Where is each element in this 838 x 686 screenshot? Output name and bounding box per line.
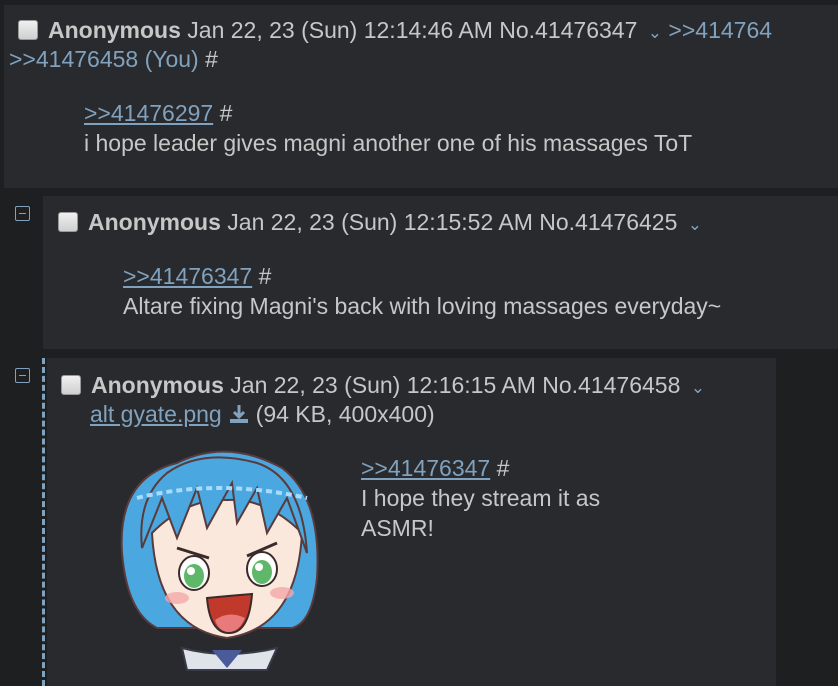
backlink-you[interactable]: >>41476458 (You) <box>9 46 199 72</box>
poster-name: Anonymous <box>88 209 221 235</box>
collapse-minus-box-icon[interactable] <box>15 206 30 221</box>
post-number[interactable]: No.41476347 <box>499 17 637 43</box>
post-number[interactable]: No.41476425 <box>539 209 677 235</box>
post-date: Jan 22, 23 (Sun) 12:16:15 AM <box>230 372 536 398</box>
post-text: i hope leader gives magni another one of… <box>84 130 693 156</box>
poster-name: Anonymous <box>91 372 224 398</box>
poster-name: Anonymous <box>48 17 181 43</box>
post-header: Anonymous Jan 22, 23 (Sun) 12:14:46 AM N… <box>18 16 772 47</box>
post-menu-chevron-icon[interactable]: ⌄ <box>648 23 662 42</box>
collapse-minus-box-icon[interactable] <box>15 368 30 383</box>
quote-hash[interactable]: # <box>220 100 233 126</box>
quote-hash[interactable]: # <box>259 263 272 289</box>
post-menu-chevron-icon[interactable]: ⌄ <box>688 215 702 234</box>
thread-depth-dashed-line <box>42 358 45 686</box>
post-message: >>41476347 # Altare fixing Magni's back … <box>123 261 721 321</box>
post-select-checkbox[interactable] <box>18 20 38 40</box>
post-select-checkbox[interactable] <box>61 375 81 395</box>
quote-link[interactable]: >>41476347 <box>123 263 252 289</box>
backlink-row: >>41476458 (You) # <box>9 45 218 73</box>
quote-link[interactable]: >>41476297 <box>84 100 213 126</box>
post-date: Jan 22, 23 (Sun) 12:14:46 AM <box>187 17 493 43</box>
post-date: Jan 22, 23 (Sun) 12:15:52 AM <box>227 209 533 235</box>
post-41476425: Anonymous Jan 22, 23 (Sun) 12:15:52 AM N… <box>43 196 838 349</box>
file-meta: (94 KB, 400x400) <box>255 401 435 427</box>
backlink-hash[interactable]: # <box>205 46 218 72</box>
quote-link[interactable]: >>41476347 <box>361 455 490 481</box>
post-menu-chevron-icon[interactable]: ⌄ <box>691 378 705 397</box>
file-thumbnail[interactable] <box>107 438 332 678</box>
file-info: alt gyate.png (94 KB, 400x400) <box>90 400 435 430</box>
post-text-line-2: ASMR! <box>361 515 434 541</box>
post-41476458: Anonymous Jan 22, 23 (Sun) 12:16:15 AM N… <box>47 358 776 686</box>
download-icon[interactable] <box>228 405 256 427</box>
post-number[interactable]: No.41476458 <box>542 372 680 398</box>
post-text: Altare fixing Magni's back with loving m… <box>123 293 722 319</box>
post-text-line-1: I hope they stream it as <box>361 485 601 511</box>
file-name-link[interactable]: alt gyate.png <box>90 401 222 427</box>
backlink[interactable]: >>414764 <box>668 17 772 43</box>
post-header: Anonymous Jan 22, 23 (Sun) 12:16:15 AM N… <box>61 371 705 402</box>
post-message: >>41476347 # I hope they stream it as AS… <box>361 453 600 543</box>
post-message: >>41476297 # i hope leader gives magni a… <box>84 98 692 158</box>
post-41476347: Anonymous Jan 22, 23 (Sun) 12:14:46 AM N… <box>4 5 838 188</box>
post-select-checkbox[interactable] <box>58 212 78 232</box>
quote-hash[interactable]: # <box>497 455 510 481</box>
post-header: Anonymous Jan 22, 23 (Sun) 12:15:52 AM N… <box>58 208 702 239</box>
